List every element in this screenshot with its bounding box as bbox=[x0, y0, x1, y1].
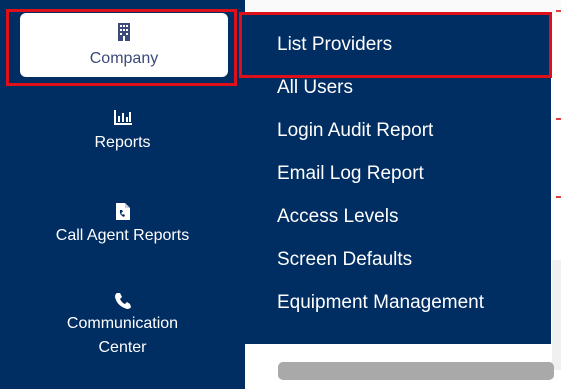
sidebar-item-label: Company bbox=[89, 49, 159, 67]
background-page-top bbox=[245, 0, 561, 14]
menu-item-list-providers[interactable]: List Providers bbox=[277, 34, 392, 56]
background-page-panel bbox=[552, 260, 561, 370]
sidebar-item-communication-center[interactable]: Communication Center bbox=[0, 292, 245, 360]
menu-item-access-levels[interactable]: Access Levels bbox=[277, 206, 398, 228]
menu-item-all-users[interactable]: All Users bbox=[277, 77, 353, 99]
sidebar-item-label: Communication Center bbox=[66, 315, 179, 356]
horizontal-scrollbar[interactable] bbox=[278, 362, 554, 380]
phone-file-icon bbox=[115, 203, 130, 220]
background-red-mark bbox=[556, 118, 561, 120]
menu-item-login-audit-report[interactable]: Login Audit Report bbox=[277, 120, 433, 142]
bar-chart-icon bbox=[113, 110, 132, 126]
sidebar-item-label: Reports bbox=[94, 134, 151, 151]
sidebar-item-call-agent-reports[interactable]: Call Agent Reports bbox=[0, 203, 245, 245]
building-icon bbox=[117, 22, 131, 46]
background-red-mark bbox=[556, 10, 561, 12]
sidebar-item-label: Call Agent Reports bbox=[55, 227, 190, 244]
sidebar-item-company[interactable]: Company bbox=[20, 13, 228, 77]
menu-item-screen-defaults[interactable]: Screen Defaults bbox=[277, 249, 412, 271]
sidebar: Company Reports Call Agent Reports Commu… bbox=[0, 0, 245, 389]
company-dropdown-menu: List Providers All Users Login Audit Rep… bbox=[245, 14, 551, 344]
menu-item-equipment-management[interactable]: Equipment Management bbox=[277, 292, 484, 314]
sidebar-item-reports[interactable]: Reports bbox=[0, 110, 245, 152]
menu-item-email-log-report[interactable]: Email Log Report bbox=[277, 163, 424, 185]
background-red-mark bbox=[556, 196, 561, 198]
phone-icon bbox=[114, 292, 132, 309]
